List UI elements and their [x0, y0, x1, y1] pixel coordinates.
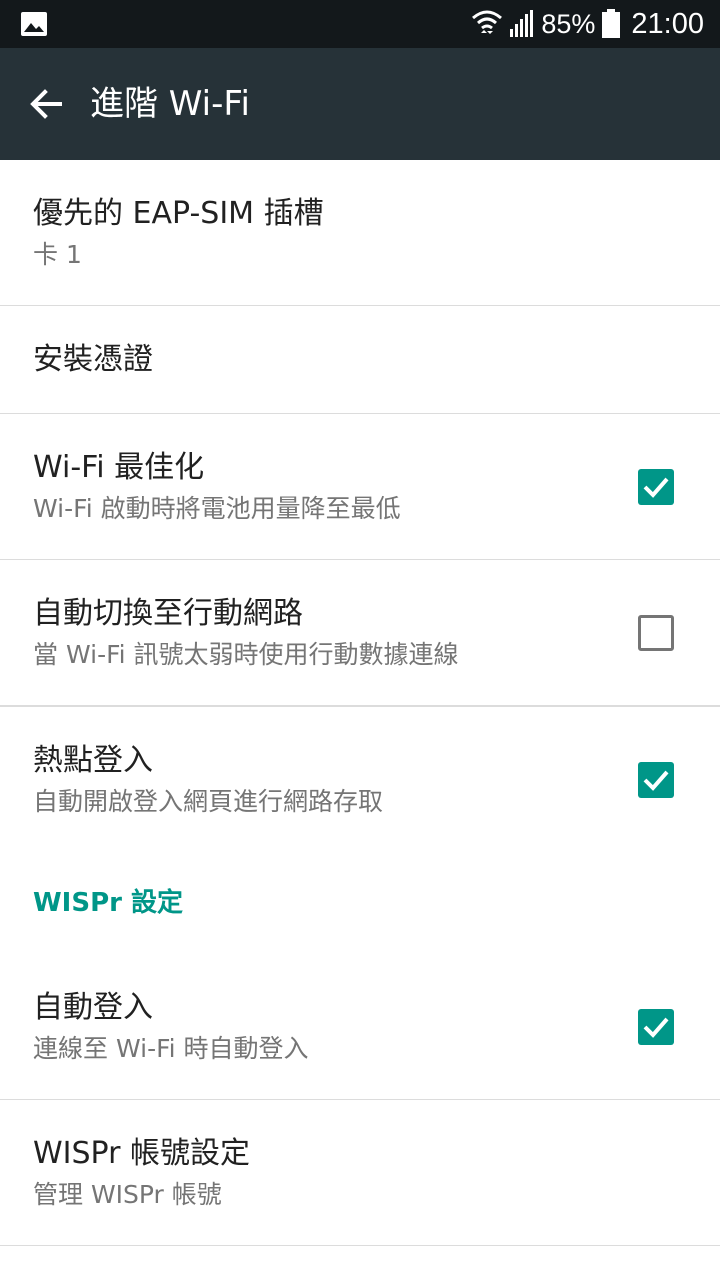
setting-wispr-auto-login[interactable]: 自動登入 連線至 Wi-Fi 時自動登入 [0, 954, 720, 1100]
setting-auto-switch-mobile[interactable]: 自動切換至行動網路 當 Wi-Fi 訊號太弱時使用行動數據連線 [0, 560, 720, 706]
setting-title: Wi-Fi 最佳化 [33, 450, 205, 485]
app-bar: 進階 Wi-Fi [0, 48, 720, 160]
check-icon [643, 1017, 669, 1038]
setting-hotspot-login[interactable]: 熱點登入 自動開啟登入網頁進行網路存取 [0, 706, 720, 852]
arrow-back-icon [30, 89, 62, 119]
setting-summary: 管理 WISPr 帳號 [33, 1180, 222, 1209]
cell-signal-icon [507, 9, 535, 39]
auto-login-checkbox[interactable] [638, 1009, 674, 1045]
auto-switch-checkbox[interactable] [638, 615, 674, 651]
setting-summary: 自動開啟登入網頁進行網路存取 [33, 787, 384, 816]
back-button[interactable] [14, 72, 78, 136]
check-icon [643, 770, 669, 791]
setting-summary: 當 Wi-Fi 訊號太弱時使用行動數據連線 [33, 640, 459, 669]
setting-install-certificates[interactable]: 安裝憑證 [0, 306, 720, 414]
setting-title: 自動登入 [33, 990, 153, 1025]
status-bar: 85% 21:00 [0, 0, 720, 48]
setting-summary: 連線至 Wi-Fi 時自動登入 [33, 1034, 309, 1063]
setting-summary: 卡 1 [33, 240, 82, 269]
setting-title: WISPr 帳號設定 [33, 1136, 250, 1171]
setting-title: 安裝憑證 [33, 342, 153, 377]
battery-percent: 85% [541, 8, 596, 39]
clock: 21:00 [631, 7, 704, 40]
setting-eap-sim-slot[interactable]: 優先的 EAP-SIM 插槽 卡 1 [0, 160, 720, 306]
hotspot-login-checkbox[interactable] [638, 762, 674, 798]
image-notification-icon [20, 11, 48, 41]
setting-title: 自動切換至行動網路 [33, 596, 303, 631]
check-icon [643, 477, 669, 498]
setting-title: 熱點登入 [33, 743, 153, 778]
wifi-icon [471, 9, 503, 39]
wifi-optimization-checkbox[interactable] [638, 469, 674, 505]
setting-title: 優先的 EAP-SIM 插槽 [33, 196, 324, 231]
setting-wispr-account[interactable]: WISPr 帳號設定 管理 WISPr 帳號 [0, 1100, 720, 1246]
setting-summary: Wi-Fi 啟動時將電池用量降至最低 [33, 494, 401, 523]
wispr-section-header: WISPr 設定 [33, 888, 184, 918]
battery-icon [601, 9, 621, 39]
page-title: 進階 Wi-Fi [90, 84, 250, 124]
setting-wifi-optimization[interactable]: Wi-Fi 最佳化 Wi-Fi 啟動時將電池用量降至最低 [0, 414, 720, 560]
